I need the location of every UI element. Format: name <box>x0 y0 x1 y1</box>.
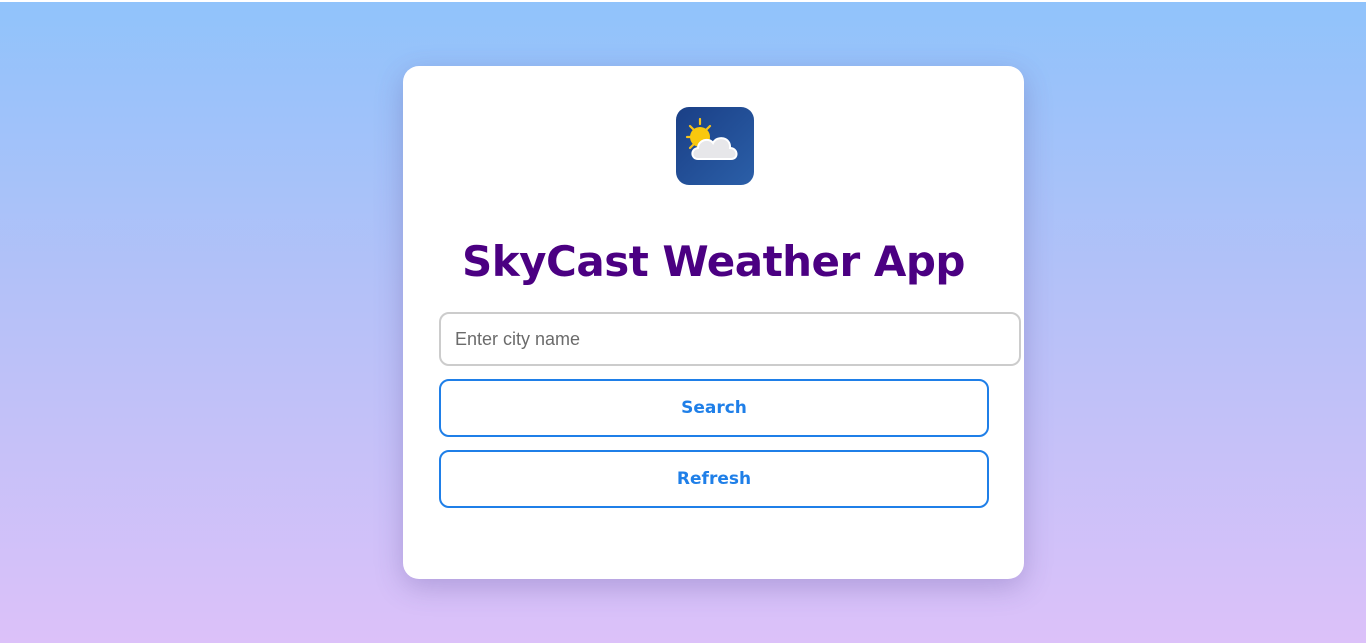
weather-sun-cloud-icon <box>676 107 754 185</box>
search-button[interactable]: Search <box>439 379 989 437</box>
city-search-input[interactable] <box>439 312 1021 366</box>
app-title: SkyCast Weather App <box>461 237 966 286</box>
browser-top-edge <box>0 0 1366 2</box>
weather-card: SkyCast Weather App Search Refresh <box>403 66 1024 579</box>
refresh-button[interactable]: Refresh <box>439 450 989 508</box>
